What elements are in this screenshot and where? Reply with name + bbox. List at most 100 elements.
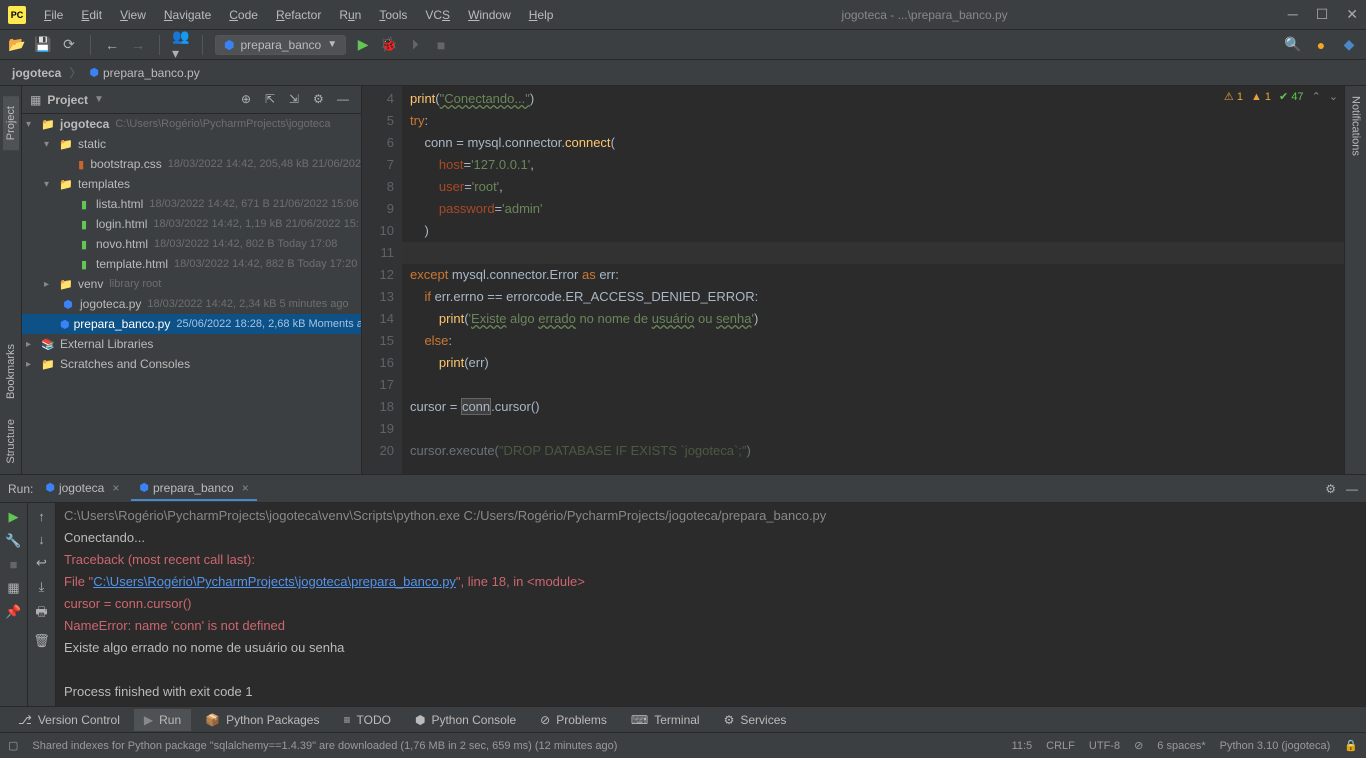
readonly-icon[interactable]: ⊘: [1134, 739, 1143, 752]
tab-problems[interactable]: ⊘Problems: [530, 709, 617, 731]
menu-refactor[interactable]: Refactor: [268, 4, 329, 26]
save-icon[interactable]: 💾: [34, 36, 52, 54]
tree-templates[interactable]: ▾📁 templates: [22, 174, 361, 194]
tab-services[interactable]: ⚙Services: [714, 709, 797, 731]
chevron-down-icon[interactable]: ▼: [94, 94, 104, 105]
tab-project[interactable]: Project: [3, 96, 19, 150]
tab-python-console[interactable]: ⬢Python Console: [405, 709, 526, 731]
run-tab-jogoteca[interactable]: ⬢ jogoteca ×: [37, 477, 127, 501]
close-icon[interactable]: ✕: [1346, 6, 1358, 23]
run-panel: Run: ⬢ jogoteca × ⬢ prepara_banco × ⚙ — …: [0, 474, 1366, 706]
minimize-icon[interactable]: ─: [1288, 6, 1298, 23]
down-icon[interactable]: ↓: [38, 532, 45, 547]
search-icon[interactable]: 🔍: [1284, 36, 1302, 54]
print-icon[interactable]: 🖶: [35, 603, 47, 625]
tab-todo[interactable]: ≡TODO: [333, 709, 400, 731]
wrench-icon[interactable]: 🔧: [5, 533, 21, 549]
hide-panel-icon[interactable]: —: [1346, 482, 1358, 496]
updates-icon[interactable]: ●: [1312, 36, 1330, 54]
debug-button[interactable]: 🐞: [380, 36, 398, 54]
expand-icon[interactable]: ⇱: [265, 92, 281, 108]
status-tool-icon[interactable]: ▢: [8, 739, 18, 752]
lock-icon[interactable]: 🔒: [1344, 739, 1358, 752]
maximize-icon[interactable]: ☐: [1316, 6, 1329, 23]
tree-template[interactable]: ▮ template.html 18/03/2022 14:42, 882 B …: [22, 254, 361, 274]
weak-warning-icon[interactable]: ✔ 47: [1279, 90, 1304, 103]
code-area[interactable]: print("Conectando...") try: conn = mysql…: [402, 86, 1344, 474]
prev-highlight-icon[interactable]: ⌃: [1312, 90, 1321, 103]
status-position[interactable]: 11:5: [1012, 740, 1033, 752]
menu-window[interactable]: Window: [460, 4, 519, 26]
menu-help[interactable]: Help: [521, 4, 562, 26]
menu-navigate[interactable]: Navigate: [156, 4, 219, 26]
collapse-icon[interactable]: ⇲: [289, 92, 305, 108]
run-config-selector[interactable]: ⬢ prepara_banco ▼: [215, 35, 346, 55]
gutter[interactable]: 456 789 101112 131415 161718 1920: [362, 86, 402, 474]
stop-icon[interactable]: ■: [10, 557, 18, 572]
project-tree[interactable]: ▾📁 jogoteca C:\Users\Rogério\PycharmProj…: [22, 114, 361, 474]
tree-login[interactable]: ▮ login.html 18/03/2022 14:42, 1,19 kB 2…: [22, 214, 361, 234]
menu-code[interactable]: Code: [221, 4, 266, 26]
warning-icon[interactable]: ▲ 1: [1251, 91, 1271, 103]
jetbrains-icon[interactable]: ◆: [1340, 36, 1358, 54]
locate-icon[interactable]: ⊕: [241, 92, 257, 108]
clear-icon[interactable]: 🗑: [33, 633, 50, 649]
menu-vcs[interactable]: VCS: [417, 4, 458, 26]
tree-lista[interactable]: ▮ lista.html 18/03/2022 14:42, 671 B 21/…: [22, 194, 361, 214]
tab-notifications[interactable]: Notifications: [1348, 86, 1364, 166]
up-icon[interactable]: ↑: [38, 509, 45, 524]
tab-bookmarks[interactable]: Bookmarks: [3, 334, 19, 409]
tab-python-packages[interactable]: 📦Python Packages: [195, 709, 329, 731]
tree-static[interactable]: ▾📁 static: [22, 134, 361, 154]
open-icon[interactable]: 📂: [8, 36, 26, 54]
tree-novo[interactable]: ▮ novo.html 18/03/2022 14:42, 802 B Toda…: [22, 234, 361, 254]
rerun-icon[interactable]: ▶: [9, 509, 19, 525]
tree-ext-lib[interactable]: ▸📚 External Libraries: [22, 334, 361, 354]
back-icon[interactable]: ←: [103, 36, 121, 54]
console-output[interactable]: C:\Users\Rogério\PycharmProjects\jogotec…: [56, 503, 1366, 706]
next-highlight-icon[interactable]: ⌄: [1329, 90, 1338, 103]
menu-tools[interactable]: Tools: [371, 4, 415, 26]
editor[interactable]: 456 789 101112 131415 161718 1920 print(…: [362, 86, 1344, 474]
menu-view[interactable]: View: [112, 4, 154, 26]
tree-bootstrap[interactable]: ▮ bootstrap.css 18/03/2022 14:42, 205,48…: [22, 154, 361, 174]
close-tab-icon[interactable]: ×: [112, 481, 119, 495]
soft-wrap-icon[interactable]: ↩: [36, 555, 47, 571]
gear-icon[interactable]: ⚙: [1325, 482, 1336, 496]
menu-edit[interactable]: Edit: [73, 4, 110, 26]
status-encoding[interactable]: UTF-8: [1089, 740, 1120, 752]
status-line-sep[interactable]: CRLF: [1046, 740, 1075, 752]
run-button[interactable]: ▶: [354, 36, 372, 54]
tab-terminal[interactable]: ⌨Terminal: [621, 709, 710, 731]
file-link[interactable]: C:\Users\Rogério\PycharmProjects\jogotec…: [93, 574, 456, 589]
run-coverage-icon[interactable]: ⏵: [406, 36, 424, 54]
gear-icon[interactable]: ⚙: [313, 92, 329, 108]
package-icon: 📦: [205, 713, 220, 727]
scroll-end-icon[interactable]: ⤓: [39, 579, 45, 595]
status-indent[interactable]: 6 spaces*: [1157, 740, 1205, 752]
pin-icon[interactable]: 📌: [5, 604, 21, 620]
forward-icon[interactable]: →: [129, 36, 147, 54]
inspections-widget[interactable]: ⚠ 1 ▲ 1 ✔ 47 ⌃ ⌄: [1224, 90, 1338, 103]
sync-icon[interactable]: ⟳: [60, 36, 78, 54]
tab-structure[interactable]: Structure: [3, 409, 19, 474]
run-tab-prepara-banco[interactable]: ⬢ prepara_banco ×: [131, 477, 256, 501]
tab-run[interactable]: ▶Run: [134, 709, 191, 731]
tree-jogoteca-py[interactable]: ⬢ jogoteca.py 18/03/2022 14:42, 2,34 kB …: [22, 294, 361, 314]
tree-prepara-banco[interactable]: ⬢ prepara_banco.py 25/06/2022 18:28, 2,6…: [22, 314, 361, 334]
code-with-me-icon[interactable]: 👥▾: [172, 36, 190, 54]
tree-root[interactable]: ▾📁 jogoteca C:\Users\Rogério\PycharmProj…: [22, 114, 361, 134]
tab-version-control[interactable]: ⎇Version Control: [8, 709, 130, 731]
menu-file[interactable]: FFileile: [36, 4, 71, 26]
breadcrumb-project[interactable]: jogoteca: [8, 64, 65, 82]
close-tab-icon[interactable]: ×: [242, 481, 249, 495]
warning-icon[interactable]: ⚠ 1: [1224, 90, 1243, 103]
tree-scratches[interactable]: ▸📁 Scratches and Consoles: [22, 354, 361, 374]
hide-icon[interactable]: —: [337, 92, 353, 108]
layout-icon[interactable]: ▦: [7, 580, 19, 596]
menu-run[interactable]: Run: [331, 4, 369, 26]
tree-venv[interactable]: ▸📁 venv library root: [22, 274, 361, 294]
breadcrumb-file[interactable]: ⬢ prepara_banco.py: [85, 64, 203, 82]
status-interpreter[interactable]: Python 3.10 (jogoteca): [1220, 740, 1331, 752]
stop-button[interactable]: ■: [432, 36, 450, 54]
